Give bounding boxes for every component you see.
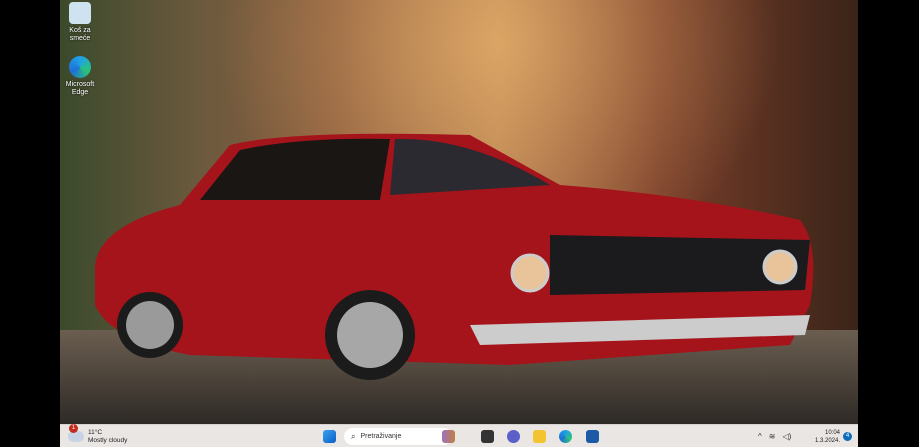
weather-condition: Mostly cloudy bbox=[88, 436, 128, 444]
search-highlight-icon bbox=[442, 430, 455, 443]
search-placeholder: Pretraživanje bbox=[360, 433, 402, 440]
clock-time: 10:04 bbox=[824, 429, 840, 436]
teams-button[interactable] bbox=[507, 430, 520, 443]
weather-badge: 1 bbox=[69, 424, 78, 433]
task-view-button[interactable] bbox=[481, 430, 494, 443]
wallpaper bbox=[60, 0, 858, 424]
search-icon: ⌕ bbox=[351, 431, 356, 441]
wifi-icon[interactable]: ≋ bbox=[769, 432, 776, 441]
desktop-icon-label: Koš za smeće bbox=[69, 27, 91, 42]
chevron-up-icon[interactable]: ^ bbox=[758, 432, 762, 441]
edge-taskbar-button[interactable] bbox=[559, 430, 572, 443]
store-button[interactable] bbox=[586, 430, 599, 443]
desktop-icon-label: Microsoft Edge bbox=[65, 81, 95, 96]
desktop-icon-recycle-bin[interactable]: Koš za smeće bbox=[60, 2, 100, 43]
file-explorer-button[interactable] bbox=[533, 430, 546, 443]
cloud-icon: 1 bbox=[68, 424, 84, 442]
edge-icon bbox=[69, 56, 91, 78]
weather-widget[interactable]: 1 11°C Mostly cloudy bbox=[68, 424, 128, 447]
search-box[interactable]: ⌕ Pretraživanje bbox=[344, 428, 452, 445]
notification-badge[interactable]: 4 bbox=[843, 432, 852, 441]
volume-icon[interactable]: ◁) bbox=[782, 432, 791, 441]
recycle-bin-icon bbox=[69, 2, 91, 24]
weather-temperature: 11°C bbox=[88, 428, 103, 436]
start-button[interactable] bbox=[323, 430, 336, 443]
clock[interactable]: 10:04 1.3.2024. bbox=[808, 425, 840, 447]
desktop: Koš za smeće Microsoft Edge 1 11°C Mostl… bbox=[60, 0, 858, 447]
wallpaper-car bbox=[95, 133, 814, 380]
taskbar: 1 11°C Mostly cloudy ⌕ Pretraživanje ^ ≋… bbox=[60, 424, 858, 447]
desktop-icon-edge[interactable]: Microsoft Edge bbox=[60, 56, 100, 97]
clock-date: 1.3.2024. bbox=[814, 437, 840, 444]
